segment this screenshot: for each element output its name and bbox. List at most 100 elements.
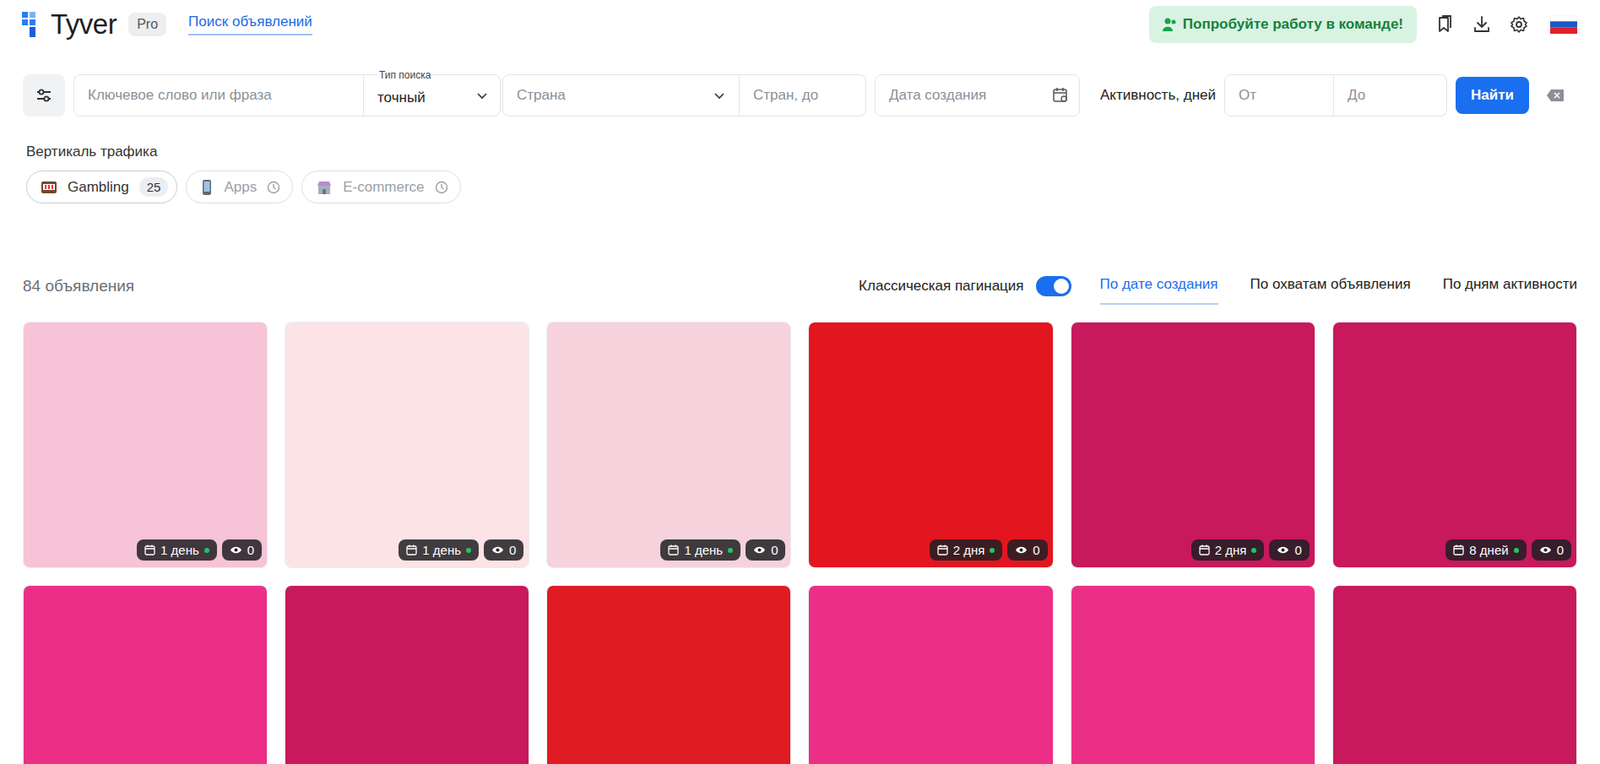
ad-badges: 2 дня 0	[929, 539, 1048, 561]
countries-to-input[interactable]: Стран, до	[739, 74, 867, 117]
ad-card[interactable]	[1070, 585, 1316, 764]
ad-card[interactable]: 8 дней 0	[1332, 321, 1578, 569]
logo-text: Tyver	[50, 8, 117, 41]
calendar-icon	[1198, 544, 1210, 556]
shop-icon	[315, 178, 333, 196]
calendar-icon	[1052, 86, 1069, 104]
active-days-badge: 1 день	[136, 539, 217, 561]
ad-creative	[547, 585, 791, 764]
active-dot	[1513, 547, 1519, 554]
country-select[interactable]: Страна	[502, 74, 740, 117]
phone-icon	[200, 178, 214, 196]
ad-card[interactable]	[22, 585, 268, 764]
ad-creative	[1071, 585, 1315, 764]
active-days-badge: 1 день	[660, 539, 741, 561]
search-bar: Ключевое слово или фраза Тип поиска точн…	[0, 48, 1600, 117]
ad-card[interactable]	[284, 585, 530, 764]
top-bar: Tyver Pro Поиск объявлений Попробуйте ра…	[0, 0, 1600, 49]
active-days-badge: 2 дня	[929, 539, 1004, 561]
clock-icon	[434, 180, 449, 195]
active-dot	[1251, 547, 1257, 554]
ad-card[interactable]: 1 день 0	[546, 321, 792, 569]
ad-card[interactable]: 2 дня 0	[1070, 321, 1316, 569]
search-type-label: Тип поиска	[377, 69, 433, 82]
active-dot	[989, 547, 995, 554]
ad-badges: 1 день 0	[398, 539, 524, 561]
pagination-label: Классическая пагинация	[858, 277, 1024, 295]
ad-creative	[1071, 322, 1315, 568]
ad-creative	[808, 322, 1053, 568]
activity-range: От До	[1224, 74, 1448, 117]
views-badge: 0	[1007, 539, 1047, 561]
ad-card[interactable]	[808, 585, 1053, 764]
page: Tyver Pro Поиск объявлений Попробуйте ра…	[0, 0, 1600, 764]
ad-creative	[23, 585, 267, 764]
ad-creative	[547, 322, 791, 568]
vertical-chip[interactable]: E-commerce	[301, 170, 461, 204]
ad-badges: 1 день 0	[660, 539, 786, 561]
team-icon	[1162, 16, 1177, 33]
sort-tab[interactable]: По охватам объявления	[1250, 267, 1411, 305]
ad-creative	[1333, 322, 1577, 568]
gear-icon[interactable]	[1509, 15, 1529, 34]
team-button[interactable]: Попробуйте работу в команде!	[1149, 5, 1417, 44]
search-type-select[interactable]: Тип поиска точный	[363, 74, 501, 117]
active-dot	[727, 547, 733, 554]
calendar-icon	[144, 544, 156, 556]
active-dot	[466, 547, 472, 554]
ad-card[interactable]: 2 дня 0	[808, 321, 1053, 569]
views-badge: 0	[1531, 539, 1572, 561]
download-icon[interactable]	[1472, 15, 1492, 34]
active-dot	[204, 547, 210, 554]
clear-icon[interactable]	[1545, 88, 1565, 103]
calendar-icon	[1453, 544, 1465, 556]
sort-tab[interactable]: По дням активности	[1442, 267, 1578, 305]
ad-badges: 1 день 0	[136, 539, 262, 561]
calendar-icon	[937, 544, 949, 556]
active-days-badge: 2 дня	[1191, 539, 1265, 561]
calendar-icon	[406, 544, 418, 556]
eye-icon	[1276, 545, 1290, 555]
bookmarks-icon[interactable]	[1435, 15, 1454, 34]
ad-card[interactable]	[546, 585, 792, 764]
ads-grid: 1 день 0 1 день 0 1 день 0 2 дня 0 2 дня…	[0, 304, 1600, 764]
vertical-chip[interactable]: Apps	[185, 170, 293, 204]
language-flag-icon[interactable]	[1550, 15, 1578, 34]
logo-icon	[21, 11, 44, 38]
keyword-input[interactable]: Ключевое слово или фраза	[73, 74, 364, 117]
activity-label: Активность, дней	[1100, 86, 1216, 104]
ad-badges: 8 дней 0	[1445, 539, 1572, 561]
logo[interactable]: Tyver	[21, 8, 117, 41]
pagination-toggle[interactable]	[1035, 276, 1072, 297]
ad-card[interactable]: 1 день 0	[284, 321, 530, 569]
chevron-down-icon	[713, 89, 726, 102]
eye-icon	[1014, 545, 1028, 555]
clock-icon	[266, 180, 281, 195]
date-input[interactable]: Дата создания	[874, 74, 1080, 117]
ad-creative	[285, 322, 529, 568]
plan-badge: Pro	[128, 12, 167, 37]
chevron-down-icon	[476, 89, 489, 102]
ad-creative	[808, 585, 1053, 764]
slot-machine-icon	[40, 179, 58, 196]
vertical-chip[interactable]: Gambling 25	[26, 170, 178, 204]
ad-card[interactable]	[1332, 585, 1578, 764]
eye-icon	[1539, 545, 1552, 555]
nav-link[interactable]: Поиск объявлений	[188, 13, 313, 36]
ad-creative	[1333, 585, 1577, 764]
views-badge: 0	[1269, 539, 1309, 561]
active-days-badge: 1 день	[398, 539, 479, 561]
sliders-icon	[34, 86, 54, 105]
vertical-count: 25	[139, 177, 169, 197]
filters-button[interactable]	[22, 74, 66, 117]
ad-card[interactable]: 1 день 0	[22, 321, 268, 569]
results-bar: 84 объявления Классическая пагинация По …	[0, 203, 1600, 305]
active-days-badge: 8 дней	[1445, 539, 1526, 561]
activity-from-input[interactable]: От	[1224, 74, 1335, 117]
activity-to-input[interactable]: До	[1334, 74, 1448, 117]
views-badge: 0	[222, 539, 262, 561]
views-badge: 0	[483, 539, 524, 561]
sort-tab[interactable]: По дате создания	[1100, 267, 1219, 305]
search-button[interactable]: Найти	[1455, 76, 1530, 114]
eye-icon	[491, 545, 505, 555]
